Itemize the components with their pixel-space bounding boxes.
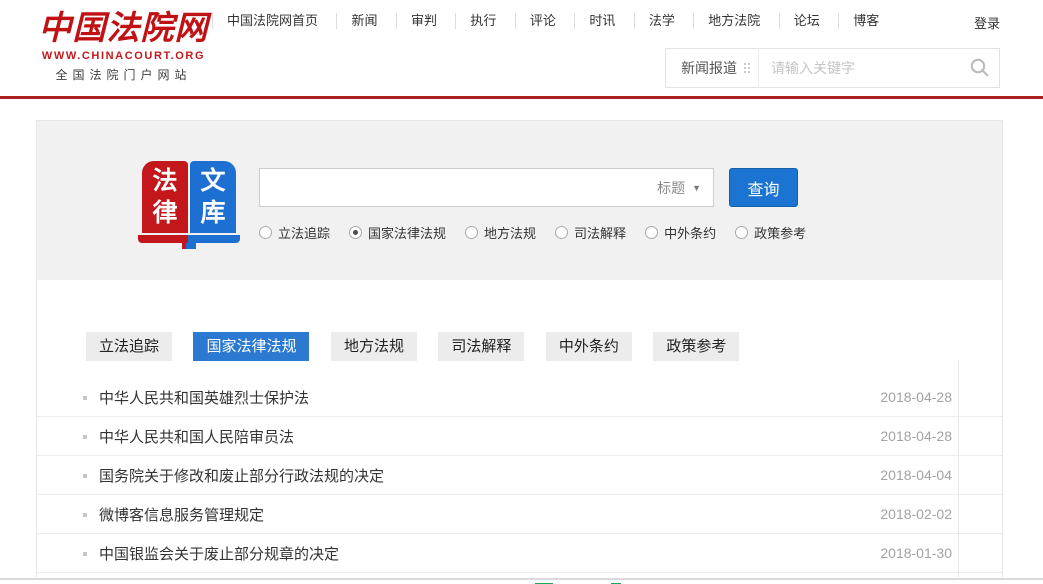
radio-label: 立法追踪 (278, 223, 330, 242)
book-right-text: 文库 (201, 165, 226, 229)
list-item: 中华人民共和国人民陪审员法 2018-04-28 (37, 417, 1002, 456)
radio-label: 政策参考 (754, 223, 806, 242)
search-type-radio[interactable]: 中外条约 (645, 223, 716, 242)
main-nav: 中国法院网首页 新闻 审判 执行 评论 时讯 法学 地方法院 论坛 博客 (212, 12, 893, 30)
news-search-category-select[interactable]: 新闻报道 (666, 58, 758, 78)
law-date: 2018-04-28 (880, 428, 952, 444)
law-date: 2018-04-04 (880, 467, 952, 483)
radio-label: 国家法律法规 (368, 223, 446, 242)
bullet-icon (83, 513, 87, 517)
radio-icon (259, 226, 272, 239)
list-item: 中国银监会关于废止部分规章的决定 2018-01-30 (37, 534, 1002, 573)
law-title-link[interactable]: 微博客信息服务管理规定 (99, 504, 264, 525)
law-date: 2018-04-28 (880, 389, 952, 405)
radio-icon (465, 226, 478, 239)
law-search-field: 标题 ▼ (259, 168, 714, 207)
nav-item[interactable]: 审判 (396, 13, 451, 29)
category-tabs: 立法追踪 国家法律法规 地方法规 司法解释 中外条约 政策参考 (86, 332, 756, 361)
nav-item[interactable]: 中国法院网首页 (212, 13, 332, 29)
category-tab[interactable]: 政策参考 (653, 332, 739, 361)
nav-item[interactable]: 时讯 (574, 13, 629, 29)
law-date: 2018-01-30 (880, 545, 952, 561)
law-title-link[interactable]: 中国银监会关于废止部分规章的决定 (99, 543, 339, 564)
search-type-radio[interactable]: 地方法规 (465, 223, 536, 242)
list-item: 国务院关于修改和废止部分行政法规的决定 2018-04-04 (37, 456, 1002, 495)
field-selector-dropdown[interactable]: 标题 ▼ (657, 178, 713, 198)
falv-wenku-book-icon: 法律 文库 (140, 161, 238, 251)
law-search-input[interactable] (260, 169, 657, 206)
bullet-icon (83, 435, 87, 439)
site-logo[interactable]: 中国法院网 WWW.CHINACOURT.ORG 全国法院门户网站 (36, 8, 211, 83)
search-type-radio[interactable]: 国家法律法规 (349, 223, 446, 242)
law-date: 2018-02-02 (880, 506, 952, 522)
radio-label: 司法解释 (574, 223, 626, 242)
search-button[interactable] (960, 49, 999, 87)
nav-item[interactable]: 博客 (838, 13, 893, 29)
list-right-border (958, 360, 959, 577)
radio-icon (645, 226, 658, 239)
list-item: 中华人民共和国英雄烈士保护法 2018-04-28 (37, 378, 1002, 417)
footer-strip (0, 578, 1043, 584)
site-logo-calligraphy: 中国法院网 (36, 8, 211, 48)
news-search-box: 新闻报道 (665, 48, 1000, 88)
category-tab[interactable]: 立法追踪 (86, 332, 172, 361)
search-type-radio[interactable]: 政策参考 (735, 223, 806, 242)
nav-item[interactable]: 论坛 (779, 13, 834, 29)
search-type-radios: 立法追踪 国家法律法规 地方法规 司法解释 (259, 223, 825, 242)
list-item: 微博客信息服务管理规定 2018-02-02 (37, 495, 1002, 534)
query-button[interactable]: 查询 (729, 168, 798, 207)
radio-icon (555, 226, 568, 239)
law-list: 中华人民共和国英雄烈士保护法 2018-04-28 中华人民共和国人民陪审员法 … (37, 378, 1002, 573)
header-divider-line (0, 96, 1043, 99)
law-title-link[interactable]: 中华人民共和国英雄烈士保护法 (99, 387, 309, 408)
bullet-icon (83, 552, 87, 556)
field-selector-value: 标题 (657, 178, 685, 198)
site-logo-subtitle: 全国法院门户网站 (36, 66, 211, 83)
news-search-input[interactable] (759, 60, 960, 76)
nav-item[interactable]: 地方法院 (693, 13, 774, 29)
radio-label: 地方法规 (484, 223, 536, 242)
site-logo-url: WWW.CHINACOURT.ORG (36, 50, 211, 62)
law-title-link[interactable]: 中华人民共和国人民陪审员法 (99, 426, 294, 447)
law-search-panel: 法律 文库 标题 ▼ 查询 立法追踪 (37, 120, 1002, 280)
grid-dots-icon (744, 63, 750, 73)
chevron-down-icon: ▼ (692, 183, 701, 193)
category-tab[interactable]: 中外条约 (546, 332, 632, 361)
page: 中国法院网 WWW.CHINACOURT.ORG 全国法院门户网站 中国法院网首… (0, 0, 1043, 584)
nav-item[interactable]: 评论 (515, 13, 570, 29)
category-tab[interactable]: 国家法律法规 (193, 332, 309, 361)
nav-item[interactable]: 新闻 (336, 13, 391, 29)
login-link[interactable]: 登录 (974, 13, 1000, 32)
bullet-icon (83, 396, 87, 400)
search-type-radio[interactable]: 立法追踪 (259, 223, 330, 242)
category-tab[interactable]: 地方法规 (331, 332, 417, 361)
content-container: 法律 文库 标题 ▼ 查询 立法追踪 (36, 120, 1003, 577)
category-tab[interactable]: 司法解释 (438, 332, 524, 361)
bullet-icon (83, 474, 87, 478)
search-type-radio[interactable]: 司法解释 (555, 223, 626, 242)
book-left-text: 法律 (153, 165, 178, 229)
nav-item[interactable]: 法学 (634, 13, 689, 29)
radio-label: 中外条约 (664, 223, 716, 242)
radio-icon (735, 226, 748, 239)
news-search-category-label: 新闻报道 (681, 58, 737, 78)
law-title-link[interactable]: 国务院关于修改和废止部分行政法规的决定 (99, 465, 384, 486)
radio-icon (349, 226, 362, 239)
search-icon (969, 57, 991, 79)
nav-item[interactable]: 执行 (455, 13, 510, 29)
